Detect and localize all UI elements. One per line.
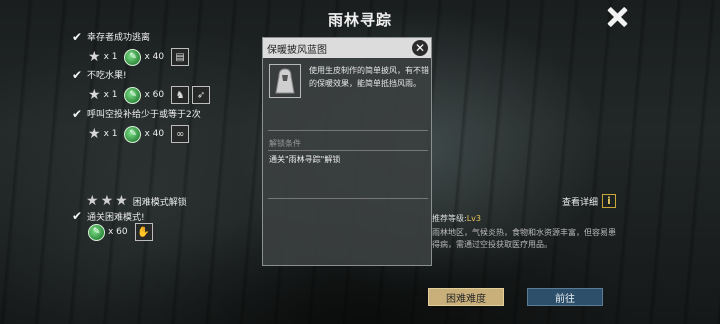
star-qty: x 1 (103, 90, 118, 100)
star-icon: ★ (86, 193, 99, 209)
objective-2: ✔ 不吃水果! ★ x 1 ✎ x 60 ♞ ➶ (72, 67, 211, 106)
star-icon: ★ (115, 193, 128, 209)
blueprint-icon[interactable]: ➶ (192, 86, 211, 104)
hard-mode-objective-text: 通关困难模式! (87, 212, 145, 223)
popup-header: 保暖披风蓝图 ✕ (263, 38, 431, 58)
objective-text: 幸存者成功逃离 (87, 33, 151, 43)
unlock-condition: 通关"雨林寻踪"解锁 (269, 155, 341, 164)
star-icon: ★ (88, 87, 101, 103)
rec-level-value: Lv3 (466, 214, 481, 223)
cloak-icon (269, 64, 301, 98)
mask-icon[interactable]: ∞ (171, 125, 190, 143)
view-details-label: 查看详细 (562, 197, 599, 208)
star-icon: ★ (88, 126, 101, 142)
star-qty: x 1 (103, 52, 118, 62)
hand-icon[interactable]: ✋ (134, 223, 153, 241)
gem-icon: ✎ (124, 86, 142, 104)
reward-row: ★ x 1 ✎ x 40 ∞ (88, 123, 201, 145)
hard-mode-objective: ✔ 通关困难模式! (72, 209, 145, 223)
check-icon: ✔ (72, 67, 83, 82)
reward-row: ★ x 1 ✎ x 40 ▤ (88, 46, 190, 68)
popup-title: 保暖披风蓝图 (267, 44, 327, 56)
objective-3: ✔ 呼叫空投补给少于或等于2次 ★ x 1 ✎ x 40 ∞ (72, 107, 201, 145)
gem-icon: ✎ (124, 48, 142, 66)
gem-icon: ✎ (88, 223, 105, 241)
gem-qty: x 40 (144, 52, 165, 62)
gem-qty: x 40 (144, 129, 165, 139)
divider (268, 198, 428, 199)
blueprint-popup: 保暖披风蓝图 ✕ 使用生皮制作的简单披风，有不错的保暖效果，能简单抵挡风雨。 解… (262, 37, 432, 266)
check-icon: ✔ (72, 29, 83, 44)
objective-text: 呼叫空投补给少于或等于2次 (87, 110, 201, 120)
recommended-level: 推荐等级:Lv3 (432, 213, 481, 224)
popup-description: 使用生皮制作的简单披风，有不错的保暖效果，能简单抵挡风雨。 (309, 66, 429, 88)
info-icon: i (602, 194, 617, 208)
star-icon: ★ (100, 193, 114, 209)
objective-text: 不吃水果! (87, 71, 127, 81)
gem-icon: ✎ (124, 125, 142, 143)
hard-mode-title: ★ ★ ★ 困难模式解锁 (86, 194, 187, 208)
star-icon: ★ (88, 49, 101, 65)
note-icon[interactable]: ▤ (171, 48, 190, 66)
hard-mode-rewards: ✎ x 60 ✋ (88, 223, 153, 241)
hard-mode-title-text: 困难模式解锁 (132, 197, 187, 208)
gem-qty: x 60 (144, 90, 165, 100)
unlock-label: 解锁条件 (269, 139, 301, 148)
popup-close-icon[interactable]: ✕ (412, 40, 428, 56)
check-icon: ✔ (72, 209, 83, 223)
go-button[interactable]: 前往 (527, 288, 603, 306)
objective-1: ✔ 幸存者成功逃离 ★ x 1 ✎ x 40 ▤ (72, 29, 190, 68)
divider (268, 130, 428, 131)
area-description: 雨林地区，气候炎热，食物和水资源丰富，但容易患得病，需通过空投获取医疗用品。 (432, 228, 616, 249)
divider (268, 150, 428, 151)
rec-level-label: 推荐等级: (432, 214, 467, 223)
gem-qty: x 60 (108, 227, 128, 237)
view-details-link[interactable]: 查看详细 i (562, 194, 617, 208)
reward-row: ★ x 1 ✎ x 60 ♞ ➶ (88, 84, 211, 106)
star-qty: x 1 (103, 129, 118, 139)
close-icon[interactable] (606, 6, 628, 28)
hard-difficulty-button[interactable]: 困难难度 (428, 288, 504, 306)
check-icon: ✔ (72, 106, 83, 121)
cloak-icon[interactable]: ♞ (171, 86, 190, 104)
